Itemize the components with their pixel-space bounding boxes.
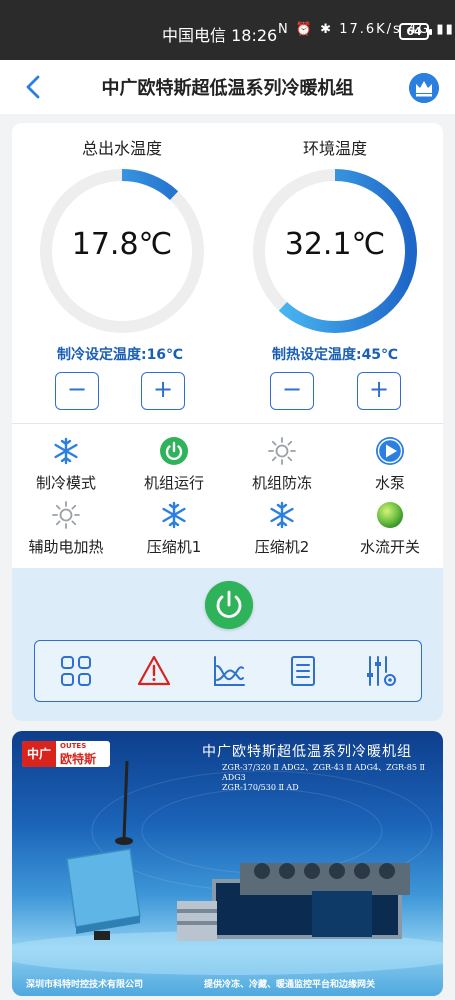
chart-icon[interactable] — [212, 654, 246, 688]
cooling-setpoint-decrease-button[interactable]: − — [55, 372, 99, 410]
banner-company: 深圳市科特时控技术有限公司 — [26, 980, 144, 990]
section-divider — [12, 423, 443, 424]
status-water-flow-switch: 水流开关 — [336, 500, 443, 557]
battery-icon: 64 — [399, 23, 432, 40]
snowflake-icon — [162, 501, 186, 529]
banner-tagline: 提供冷冻、冷藏、暖通监控平台和边缘网关 — [204, 980, 376, 990]
carrier-time: 中国电信 18:26 — [162, 26, 278, 45]
play-icon — [376, 437, 404, 465]
function-toolbar — [34, 640, 422, 702]
status-cooling-mode: 制冷模式 — [12, 436, 120, 493]
heating-setpoint-increase-button[interactable]: + — [357, 372, 401, 410]
banner-models: ZGR-37/320 Ⅱ ADG2、ZGR-43 Ⅱ ADG4、ZGR-85 Ⅱ… — [222, 763, 425, 792]
sun-icon — [52, 501, 80, 529]
product-banner[interactable]: 中广 OUTES 欧特斯 中广欧特斯超低温系列冷暖机组 ZGR-37/320 Ⅱ… — [12, 731, 443, 996]
app-header: 中广欧特斯超低温系列冷暖机组 — [0, 60, 455, 114]
heating-setpoint-decrease-button[interactable]: − — [270, 372, 314, 410]
warning-icon[interactable] — [137, 654, 171, 688]
status-compressor-1: 压缩机1 — [120, 500, 228, 557]
power-icon — [160, 437, 188, 465]
power-button[interactable] — [205, 581, 253, 629]
status-aux-electric-heat: 辅助电加热 — [12, 500, 120, 557]
brand-logo: 中广 OUTES 欧特斯 — [22, 741, 110, 767]
ambient-temp-title: 环境温度 — [302, 139, 367, 158]
heating-setpoint-label: 制热设定温度:45℃ — [271, 347, 399, 363]
status-label: 辅助电加热 — [28, 538, 104, 556]
ambient-temp-value: 32.1℃ — [284, 227, 386, 262]
status-bar: 中国电信 18:26 N ⏰ ✱ 17.6K/s 4G ▮▮ 64 — [0, 0, 455, 60]
control-panel — [12, 568, 443, 721]
snowflake-icon — [54, 437, 78, 465]
grid-icon[interactable] — [59, 654, 93, 688]
page-title: 中广欧特斯超低温系列冷暖机组 — [101, 78, 354, 99]
crown-icon[interactable] — [409, 73, 439, 103]
green-ball-icon — [377, 502, 403, 528]
status-label: 水流开关 — [359, 538, 420, 556]
cooling-setpoint-label: 制冷设定温度:16℃ — [56, 347, 184, 363]
outlet-water-temp-title: 总出水温度 — [81, 139, 162, 158]
list-icon[interactable] — [286, 654, 320, 688]
unit-status-card: 总出水温度 17.8℃ 制冷设定温度:16℃ − + 环境温度 32.1℃ 制热… — [12, 123, 443, 721]
status-label: 机组运行 — [143, 474, 204, 492]
status-unit-running: 机组运行 — [120, 436, 228, 493]
status-label: 机组防冻 — [251, 474, 312, 492]
banner-title: 中广欧特斯超低温系列冷暖机组 — [202, 744, 412, 760]
settings-sliders-icon[interactable] — [364, 654, 398, 688]
snowflake-icon — [270, 501, 294, 529]
outlet-water-temp-value: 17.8℃ — [71, 227, 173, 262]
status-label: 水泵 — [374, 474, 405, 492]
status-label: 压缩机2 — [254, 538, 310, 556]
cooling-setpoint-increase-button[interactable]: + — [141, 372, 185, 410]
sun-icon — [268, 437, 296, 465]
status-water-pump: 水泵 — [336, 436, 443, 493]
status-label: 压缩机1 — [146, 538, 202, 556]
status-compressor-2: 压缩机2 — [228, 500, 336, 557]
status-antifreeze: 机组防冻 — [228, 436, 336, 493]
status-label: 制冷模式 — [35, 474, 96, 492]
